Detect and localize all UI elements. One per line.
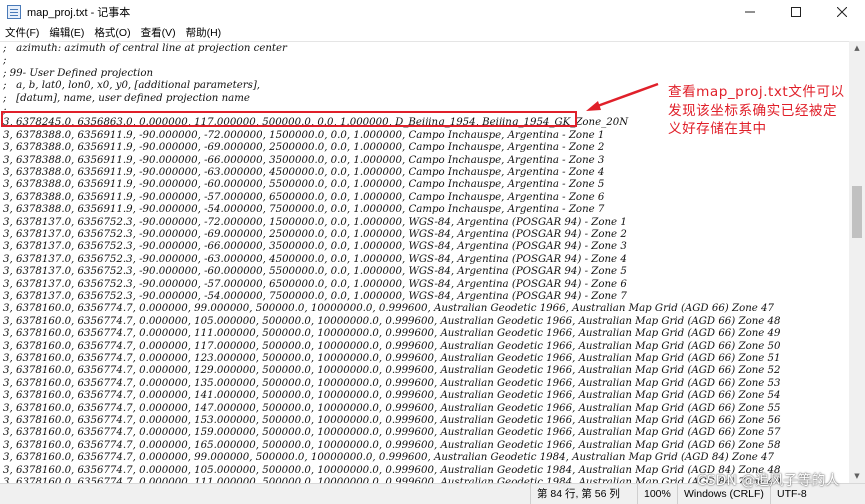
text-line: 3, 6378160.0, 6356774.7, 0.000000, 117.0…: [3, 340, 781, 352]
text-line: 3, 6378160.0, 6356774.7, 0.000000, 135.0…: [3, 377, 781, 389]
text-line: 3, 6378160.0, 6356774.7, 0.000000, 159.0…: [3, 427, 781, 439]
title-bar: map_proj.txt - 记事本: [0, 0, 865, 24]
text-line: 3, 6378137.0, 6356752.3, -90.000000, -54…: [3, 291, 627, 302]
text-line: 3, 6378160.0, 6356774.7, 0.000000, 99.00…: [3, 452, 775, 464]
text-line: 3, 6378160.0, 6356774.7, 0.000000, 99.00…: [3, 303, 775, 315]
scroll-thumb[interactable]: [852, 186, 862, 238]
close-icon: [837, 7, 847, 17]
text-line: 3, 6378160.0, 6356774.7, 0.000000, 105.0…: [3, 315, 781, 327]
menu-bar: 文件(F) 编辑(E) 格式(O) 查看(V) 帮助(H): [0, 24, 865, 41]
vertical-scrollbar[interactable]: ▲ ▼: [849, 41, 865, 483]
text-line: 3, 6378388.0, 6356911.9, -90.000000, -57…: [3, 191, 605, 203]
text-line: 3, 6378137.0, 6356752.3, -90.000000, -72…: [3, 216, 627, 228]
text-line: 3, 6378137.0, 6356752.3, -90.000000, -69…: [3, 229, 627, 240]
text-line: 3, 6378137.0, 6356752.3, -90.000000, -66…: [3, 241, 627, 253]
text-line: 3, 6378137.0, 6356752.3, -90.000000, -57…: [3, 278, 627, 290]
text-line: 3, 6378160.0, 6356774.7, 0.000000, 129.0…: [3, 365, 781, 377]
text-line: 3, 6378160.0, 6356774.7, 0.000000, 123.0…: [3, 353, 781, 364]
text-line: 3, 6378388.0, 6356911.9, -90.000000, -63…: [3, 167, 605, 178]
text-line: ; azimuth: azimuth of central line at pr…: [3, 43, 287, 54]
text-line: 3, 6378160.0, 6356774.7, 0.000000, 111.0…: [3, 328, 781, 340]
text-line: 3, 6378160.0, 6356774.7, 0.000000, 147.0…: [3, 402, 781, 414]
maximize-icon: [791, 7, 801, 17]
cursor-position: 第 84 行, 第 56 列: [530, 484, 620, 504]
text-line: 3, 6378160.0, 6356774.7, 0.000000, 153.0…: [3, 415, 781, 426]
text-line: ; a, b, lat0, lon0, x0, y0, [additional …: [3, 80, 261, 92]
menu-format[interactable]: 格式(O): [89, 25, 135, 40]
window-controls: [727, 0, 865, 24]
text-line: 3, 6378160.0, 6356774.7, 0.000000, 165.0…: [3, 439, 781, 451]
text-line: 3, 6378388.0, 6356911.9, -90.000000, -66…: [3, 154, 605, 166]
zoom-level: 100%: [637, 484, 671, 504]
text-line: ; 99- User Defined projection: [3, 67, 154, 79]
minimize-icon: [745, 11, 755, 13]
close-button[interactable]: [819, 0, 865, 24]
text-line: ;: [3, 55, 7, 67]
text-line: 3, 6378160.0, 6356774.7, 0.000000, 105.0…: [3, 464, 781, 476]
text-line: 3, 6378160.0, 6356774.7, 0.000000, 141.0…: [3, 390, 781, 402]
red-arrow-icon: [586, 82, 659, 111]
text-line: 3, 6378388.0, 6356911.9, -90.000000, -72…: [3, 129, 605, 141]
text-line: 3, 6378137.0, 6356752.3, -90.000000, -60…: [3, 266, 627, 278]
text-line: ; [datum], name, user defined projection…: [3, 92, 250, 104]
menu-view[interactable]: 查看(V): [136, 25, 181, 40]
scroll-up-arrow[interactable]: ▲: [849, 41, 865, 55]
text-line: 3, 6378388.0, 6356911.9, -90.000000, -60…: [3, 179, 605, 191]
minimize-button[interactable]: [727, 0, 773, 24]
highlight-box: [1, 111, 577, 127]
watermark: CSDN @追风子等的人: [697, 473, 840, 489]
window-title: map_proj.txt - 记事本: [27, 7, 131, 19]
annotation-text: 查看map_proj.txt文件可以发现该坐标系确实已经被定义好存储在其中: [668, 84, 845, 137]
maximize-button[interactable]: [773, 0, 819, 24]
menu-file[interactable]: 文件(F): [0, 25, 44, 40]
notepad-icon: [7, 5, 21, 19]
text-line: 3, 6378388.0, 6356911.9, -90.000000, -54…: [3, 204, 605, 216]
scroll-down-arrow[interactable]: ▼: [849, 469, 865, 483]
menu-help[interactable]: 帮助(H): [181, 25, 227, 40]
text-line: 3, 6378388.0, 6356911.9, -90.000000, -69…: [3, 142, 605, 154]
text-line: 3, 6378137.0, 6356752.3, -90.000000, -63…: [3, 253, 627, 265]
menu-edit[interactable]: 编辑(E): [44, 25, 89, 40]
